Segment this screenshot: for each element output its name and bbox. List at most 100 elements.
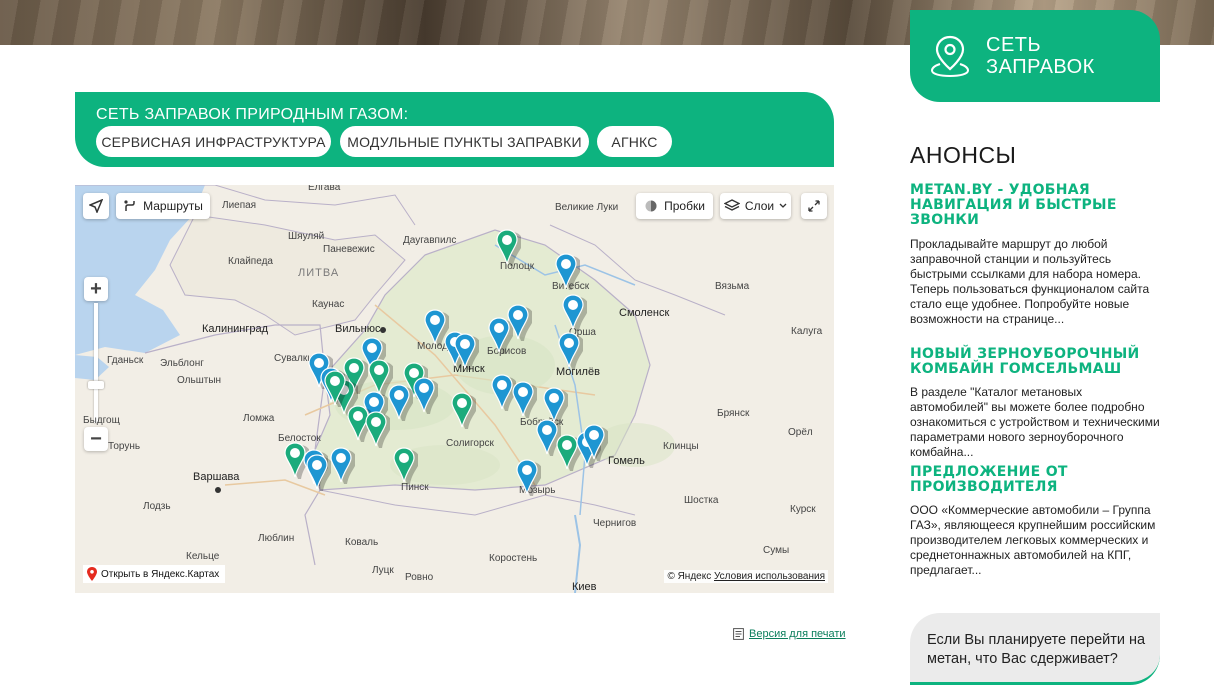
open-in-yandex-link[interactable]: Открыть в Яндекс.Картах (83, 565, 226, 583)
station-marker-blue[interactable] (412, 377, 438, 415)
city-label: Клинцы (663, 441, 699, 452)
city-label: Луцк (372, 565, 394, 576)
station-marker-green[interactable] (495, 229, 521, 267)
city-label: Брянск (717, 408, 750, 419)
locate-me-button[interactable] (83, 193, 109, 219)
station-marker-blue[interactable] (554, 253, 580, 291)
chevron-down-icon (779, 203, 787, 208)
city-label: Кельце (186, 551, 220, 562)
network-card-label: СЕТЬ ЗАПРАВОК (986, 34, 1095, 78)
city-label: Даугавпилс (403, 235, 457, 246)
city-label: Чернигов (593, 518, 637, 529)
city-label: Варшава (193, 471, 240, 483)
news-excerpt: Прокладывайте маршрут до любой заправочн… (910, 237, 1150, 326)
city-label: Коваль (345, 537, 379, 548)
open-in-yandex-label: Открыть в Яндекс.Картах (101, 568, 220, 580)
zoom-slider-handle[interactable] (88, 381, 104, 389)
map-base-layer (75, 185, 726, 593)
city-label: Шяуляй (288, 231, 325, 242)
city-label: Лодзь (143, 501, 171, 512)
station-marker-blue[interactable] (561, 294, 587, 332)
station-filter-panel: СЕТЬ ЗАПРАВОК ПРИРОДНЫМ ГАЗОМ: СЕРВИСНАЯ… (75, 92, 834, 167)
print-version-link[interactable]: Версия для печати (733, 628, 846, 640)
city-label: Орёл (788, 427, 813, 438)
city-label: Солигорск (446, 438, 494, 449)
city-label: Гомель (608, 455, 645, 467)
zoom-in-button[interactable]: + (84, 277, 108, 301)
city-label: Паневежис (323, 244, 375, 255)
news-excerpt: В разделе "Каталог метановых автомобилей… (910, 385, 1160, 459)
layers-icon (723, 199, 740, 211)
city-label: Смоленск (619, 307, 670, 319)
station-marker-blue[interactable] (387, 384, 413, 422)
print-version-label: Версия для печати (749, 628, 846, 640)
city-label: Калуга (791, 326, 823, 337)
city-label: Люблин (258, 533, 295, 544)
city-label: Ломжа (243, 413, 275, 424)
map-attribution: © Яндекс Условия использования (664, 570, 828, 583)
news-title-link[interactable]: НОВЫЙ ЗЕРНОУБОРОЧНЫЙ КОМБАЙН ГОМСЕЛЬМАШ (910, 347, 1160, 377)
station-marker-blue[interactable] (329, 447, 355, 485)
filter-panel-title: СЕТЬ ЗАПРАВОК ПРИРОДНЫМ ГАЗОМ: (96, 106, 409, 123)
city-label: Сумы (763, 545, 790, 556)
traffic-icon (645, 200, 657, 212)
page: СЕТЬ ЗАПРАВОК СЕТЬ ЗАПРАВОК ПРИРОДНЫМ ГА… (0, 0, 1214, 690)
zoom-out-button[interactable]: − (84, 427, 108, 451)
city-label: Вязьма (715, 281, 750, 292)
routes-label: Маршруты (143, 199, 203, 213)
layers-button[interactable]: Слои (720, 193, 791, 219)
city-label: Быдгощ (83, 415, 120, 426)
news-title-link[interactable]: ПРЕДЛОЖЕНИЕ ОТ ПРОИЗВОДИТЕЛЯ (910, 465, 1160, 495)
city-label: Елгава (308, 185, 341, 193)
filter-agnks-button[interactable]: АГНКС (597, 126, 672, 157)
expand-icon (808, 200, 820, 212)
map-pin-icon (930, 35, 970, 78)
station-marker-green[interactable] (364, 411, 390, 449)
station-marker-blue[interactable] (453, 333, 479, 371)
station-marker-blue[interactable] (557, 332, 583, 370)
announcements-heading: АНОНСЫ (910, 142, 1017, 168)
city-label: Курск (790, 504, 816, 515)
navigation-arrow-icon (89, 199, 103, 213)
filter-modular-stations-button[interactable]: МОДУЛЬНЫЕ ПУНКТЫ ЗАПРАВКИ (340, 126, 589, 157)
station-marker-green[interactable] (392, 447, 418, 485)
red-pin-icon (87, 567, 97, 581)
poll-question: Если Вы планируете перейти на метан, что… (927, 632, 1146, 667)
network-card[interactable]: СЕТЬ ЗАПРАВОК (910, 10, 1160, 102)
city-label: Каунас (312, 299, 345, 310)
station-marker-blue[interactable] (511, 381, 537, 419)
city-label: Торунь (108, 441, 141, 452)
terms-link[interactable]: Условия использования (714, 571, 825, 582)
fullscreen-button[interactable] (801, 193, 827, 219)
station-marker-blue[interactable] (515, 459, 541, 497)
city-label: Лиепая (222, 200, 257, 211)
stations-map[interactable]: Маршруты Пробки Слои + − ЛИТВА Елгава Ли… (75, 185, 834, 593)
city-label: Киев (572, 581, 597, 593)
city-label: Калининград (202, 323, 269, 335)
city-label: Ровно (405, 572, 434, 583)
station-marker-blue[interactable] (506, 304, 532, 342)
city-label: Эльблонг (160, 358, 204, 369)
route-icon (124, 200, 135, 211)
poll-card[interactable]: Если Вы планируете перейти на метан, что… (910, 613, 1160, 685)
station-marker-green[interactable] (323, 370, 349, 408)
routes-button[interactable]: Маршруты (116, 193, 210, 219)
city-label: Шостка (684, 495, 719, 506)
news-title-link[interactable]: METAN.BY - УДОБНАЯ НАВИГАЦИЯ И БЫСТРЫЕ З… (910, 183, 1160, 228)
layers-label: Слои (744, 199, 775, 213)
city-label: Коростень (489, 553, 538, 564)
zoom-slider-track[interactable] (94, 303, 98, 423)
city-label: Клайпеда (228, 256, 273, 267)
city-label: Великие Луки (555, 202, 619, 213)
city-label: Ольштын (177, 375, 222, 386)
document-icon (733, 628, 744, 640)
filter-service-infrastructure-button[interactable]: СЕРВИСНАЯ ИНФРАСТРУКТУРА (96, 126, 331, 157)
copyright-text: © Яндекс (667, 571, 712, 582)
station-marker-green[interactable] (450, 392, 476, 430)
country-label: ЛИТВА (298, 267, 340, 279)
city-label: Гданьск (107, 355, 144, 366)
station-marker-blue[interactable] (305, 454, 331, 492)
station-marker-blue[interactable] (582, 424, 608, 462)
city-label: Вильнюс (335, 323, 381, 335)
traffic-button[interactable]: Пробки (636, 193, 713, 219)
